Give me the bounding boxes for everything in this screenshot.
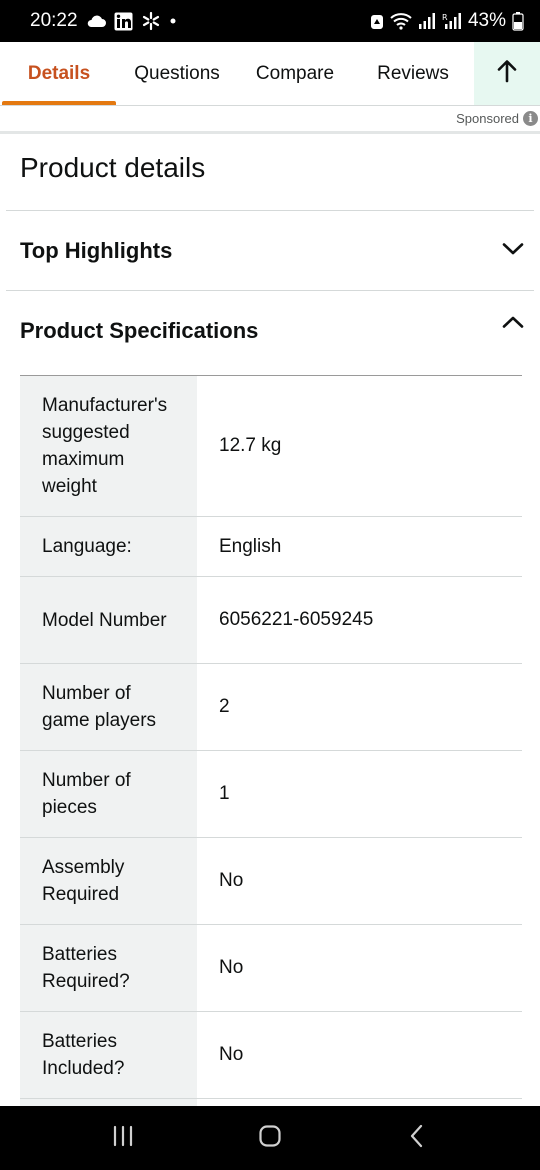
sponsored-label: Sponsored	[456, 111, 519, 126]
home-icon	[258, 1124, 282, 1153]
divider	[6, 290, 534, 291]
back-button[interactable]	[387, 1118, 447, 1158]
top-highlights-header[interactable]: Top Highlights	[20, 229, 524, 273]
product-specifications-title: Product Specifications	[20, 318, 259, 343]
tab-details-label: Details	[27, 62, 91, 84]
battery-icon	[512, 11, 524, 31]
spec-label: Batteries Included?	[20, 1012, 197, 1098]
signal-r-icon: R	[442, 12, 462, 30]
chevron-down-icon	[502, 242, 524, 261]
status-bar: 20:22 R 43%	[0, 0, 540, 42]
divider	[6, 210, 534, 211]
tab-compare-label: Compare	[255, 62, 335, 84]
spec-label: Number of game players	[20, 664, 197, 750]
scroll-to-top-button[interactable]	[474, 42, 540, 105]
tab-compare[interactable]: Compare	[236, 42, 354, 105]
wifi-icon	[390, 12, 412, 30]
spec-label: Batteries Required?	[20, 925, 197, 1011]
tab-details[interactable]: Details	[0, 42, 118, 105]
product-specifications-header[interactable]: Product Specifications	[20, 309, 524, 353]
tab-questions[interactable]: Questions	[118, 42, 236, 105]
system-nav-bar	[0, 1106, 540, 1170]
table-row: Model Number 6056221-6059245	[20, 577, 522, 664]
spec-label: Manufacturer's suggested maximum weight	[20, 376, 197, 516]
table-row: Batteries Required? No	[20, 925, 522, 1012]
recent-apps-icon	[111, 1125, 135, 1152]
spec-value: No	[219, 957, 244, 978]
arrow-up-icon	[496, 59, 518, 88]
spec-value: 12.7 kg	[219, 435, 282, 456]
chevron-up-icon	[502, 315, 524, 334]
spec-value: No	[219, 870, 244, 891]
specifications-table: Manufacturer's suggested maximum weight …	[20, 375, 522, 1139]
tab-reviews-label: Reviews	[377, 62, 449, 84]
info-icon[interactable]: i	[523, 111, 538, 126]
spec-value: 2	[219, 696, 230, 717]
spec-value: No	[219, 1044, 244, 1065]
home-button[interactable]	[240, 1118, 300, 1158]
status-time: 20:22	[30, 10, 78, 31]
cloud-icon	[86, 14, 106, 28]
top-highlights-title: Top Highlights	[20, 238, 173, 263]
table-row: Manufacturer's suggested maximum weight …	[20, 376, 522, 517]
table-row: Batteries Included? No	[20, 1012, 522, 1099]
table-row: Number of pieces 1	[20, 751, 522, 838]
dot-icon	[169, 17, 177, 25]
spec-label: Number of pieces	[20, 751, 197, 837]
status-right: R 43%	[370, 10, 524, 32]
spec-value: 1	[219, 783, 230, 804]
table-row: Assembly Required No	[20, 838, 522, 925]
spec-label: Assembly Required	[20, 838, 197, 924]
signal-icon	[418, 12, 436, 30]
svg-text:R: R	[442, 13, 448, 22]
linkedin-icon	[114, 12, 133, 31]
recent-apps-button[interactable]	[93, 1118, 153, 1158]
tabs: Details Questions Compare Reviews	[0, 42, 474, 105]
status-left: 20:22	[30, 10, 177, 32]
table-row: Language: English	[20, 517, 522, 577]
spec-label: Model Number	[20, 577, 197, 663]
back-icon	[409, 1124, 425, 1153]
sponsored-strip: Sponsored i	[0, 106, 540, 134]
section-tab-bar: Details Questions Compare Reviews	[0, 42, 540, 106]
page-title: Product details	[20, 152, 206, 183]
alarm-icon	[370, 12, 384, 30]
spec-value: English	[219, 535, 282, 557]
tab-reviews[interactable]: Reviews	[354, 42, 472, 105]
tab-questions-label: Questions	[134, 62, 220, 84]
spec-value: 6056221-6059245	[219, 609, 374, 630]
battery-percent: 43%	[467, 10, 506, 31]
walmart-icon	[141, 11, 161, 31]
table-row: Number of game players 2	[20, 664, 522, 751]
spec-label: Language:	[20, 517, 197, 576]
